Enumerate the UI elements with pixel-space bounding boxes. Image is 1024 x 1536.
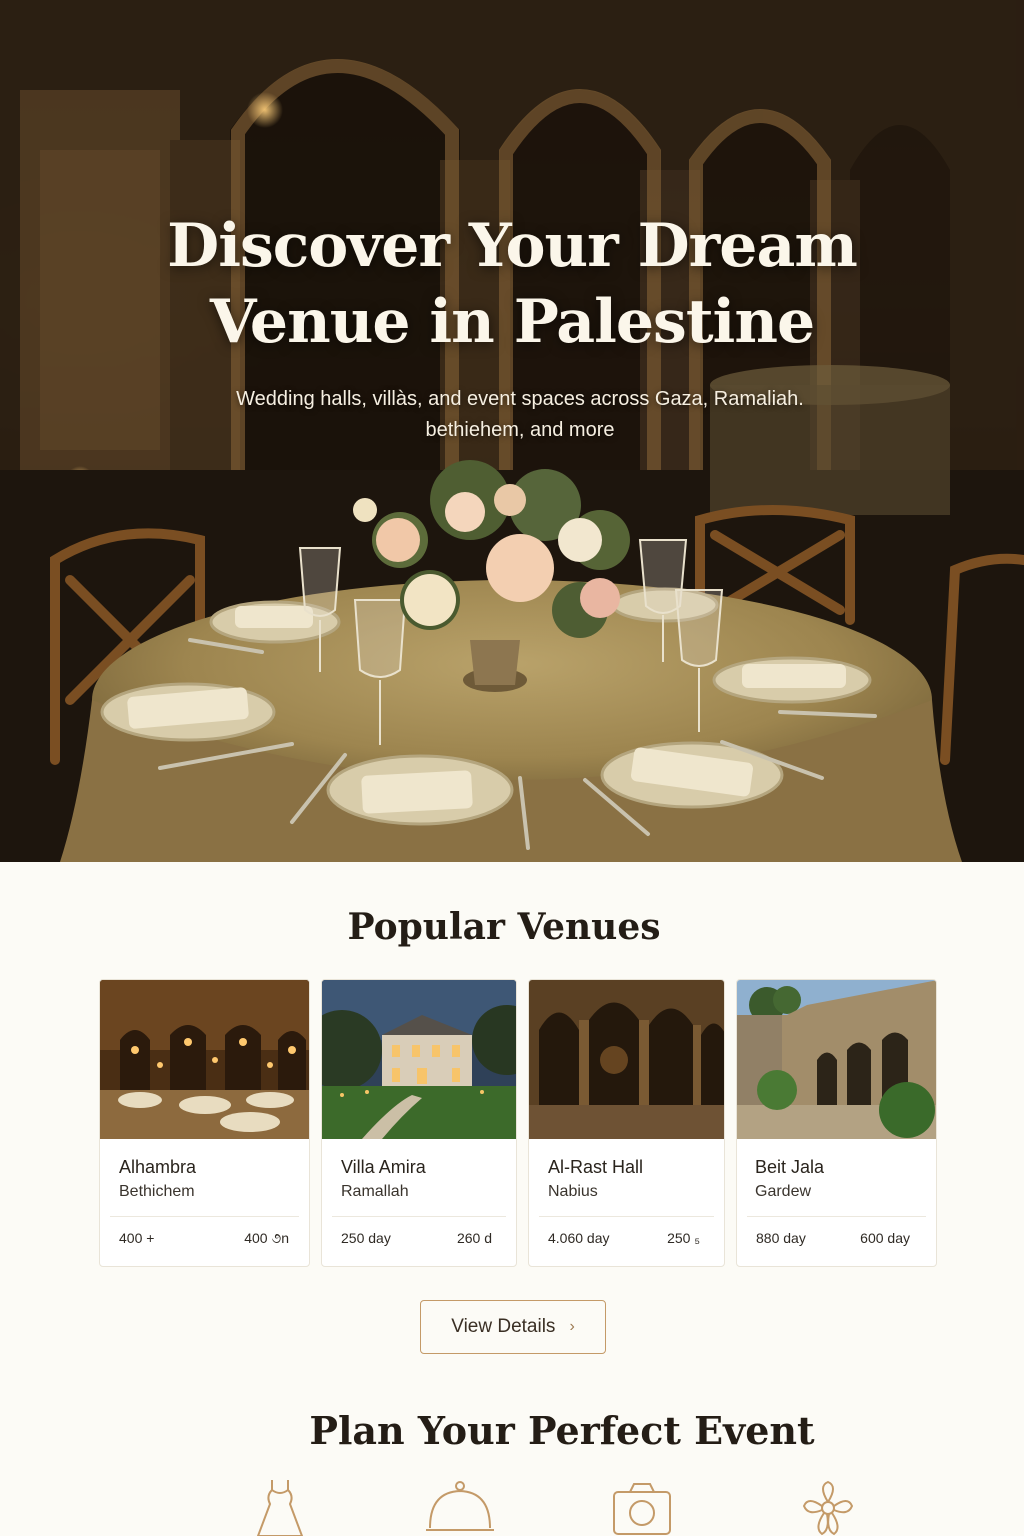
venue-price: 250 day [341, 1230, 391, 1246]
catering-cloche-icon[interactable] [424, 1478, 496, 1536]
venue-city: Gardew [755, 1183, 812, 1200]
venue-price: 400 ૭n [244, 1230, 289, 1246]
divider [110, 1216, 299, 1217]
venue-price: 880 day [756, 1230, 806, 1246]
stone-courtyard-photo [737, 980, 936, 1139]
villa-photo [322, 980, 516, 1139]
hero-title-line-1: Discover Your Dream [167, 211, 858, 281]
camera-icon[interactable] [612, 1478, 672, 1536]
flower-icon[interactable] [800, 1478, 856, 1536]
hero-subtitle: Wedding halls, villàs, and event spaces … [200, 384, 840, 446]
divider [332, 1216, 506, 1217]
venue-card[interactable]: Beit Jala Gardew 880 day 600 day [736, 979, 937, 1267]
venue-city: Nabius [548, 1183, 598, 1200]
view-details-button[interactable]: View Details › [420, 1300, 606, 1354]
venue-name[interactable]: Villa Amira [341, 1157, 426, 1178]
venue-price: 260 d [456, 1230, 492, 1246]
venue-name[interactable]: Beit Jala [755, 1157, 824, 1178]
divider [747, 1216, 926, 1217]
venue-city: Bethichem [119, 1183, 195, 1200]
hero-title-line-2: Venue in Palestine [209, 287, 815, 357]
venue-price: 600 day [860, 1230, 910, 1246]
arches-photo [529, 980, 724, 1139]
venue-name[interactable]: Al-Rast Hall [548, 1157, 643, 1178]
dress-icon[interactable] [250, 1478, 310, 1536]
popular-venues-title: Popular Venues [347, 906, 661, 948]
hero-subtitle-line-1: Wedding halls, villàs, and event spaces … [236, 388, 804, 410]
venue-card[interactable]: Al-Rast Hall Nabius 4.060 day 250 ₅ [528, 979, 725, 1267]
chevron-right-icon: › [569, 1318, 575, 1335]
ballroom-photo [100, 980, 309, 1139]
hero-banner: Discover Your Dream Venue in Palestine W… [0, 0, 1024, 862]
venue-card[interactable]: Alhambra Bethichem 400 + 400 ૭n [99, 979, 310, 1267]
venue-price: 250 ₅ [667, 1230, 700, 1246]
view-details-label: View Details [451, 1316, 556, 1337]
venue-price: 400 + [119, 1230, 155, 1246]
plan-event-title: Plan Your Perfect Event [309, 1408, 815, 1453]
hero-subtitle-line-2: bethiehem, and more [425, 419, 615, 441]
hero-title: Discover Your Dream Venue in Palestine [112, 208, 912, 360]
venue-name[interactable]: Alhambra [119, 1157, 196, 1178]
venue-card[interactable]: Villa Amira Ramallah 250 day 260 d [321, 979, 517, 1267]
venue-price: 4.060 day [548, 1230, 610, 1246]
divider [539, 1216, 714, 1217]
venue-city: Ramallah [341, 1183, 409, 1200]
